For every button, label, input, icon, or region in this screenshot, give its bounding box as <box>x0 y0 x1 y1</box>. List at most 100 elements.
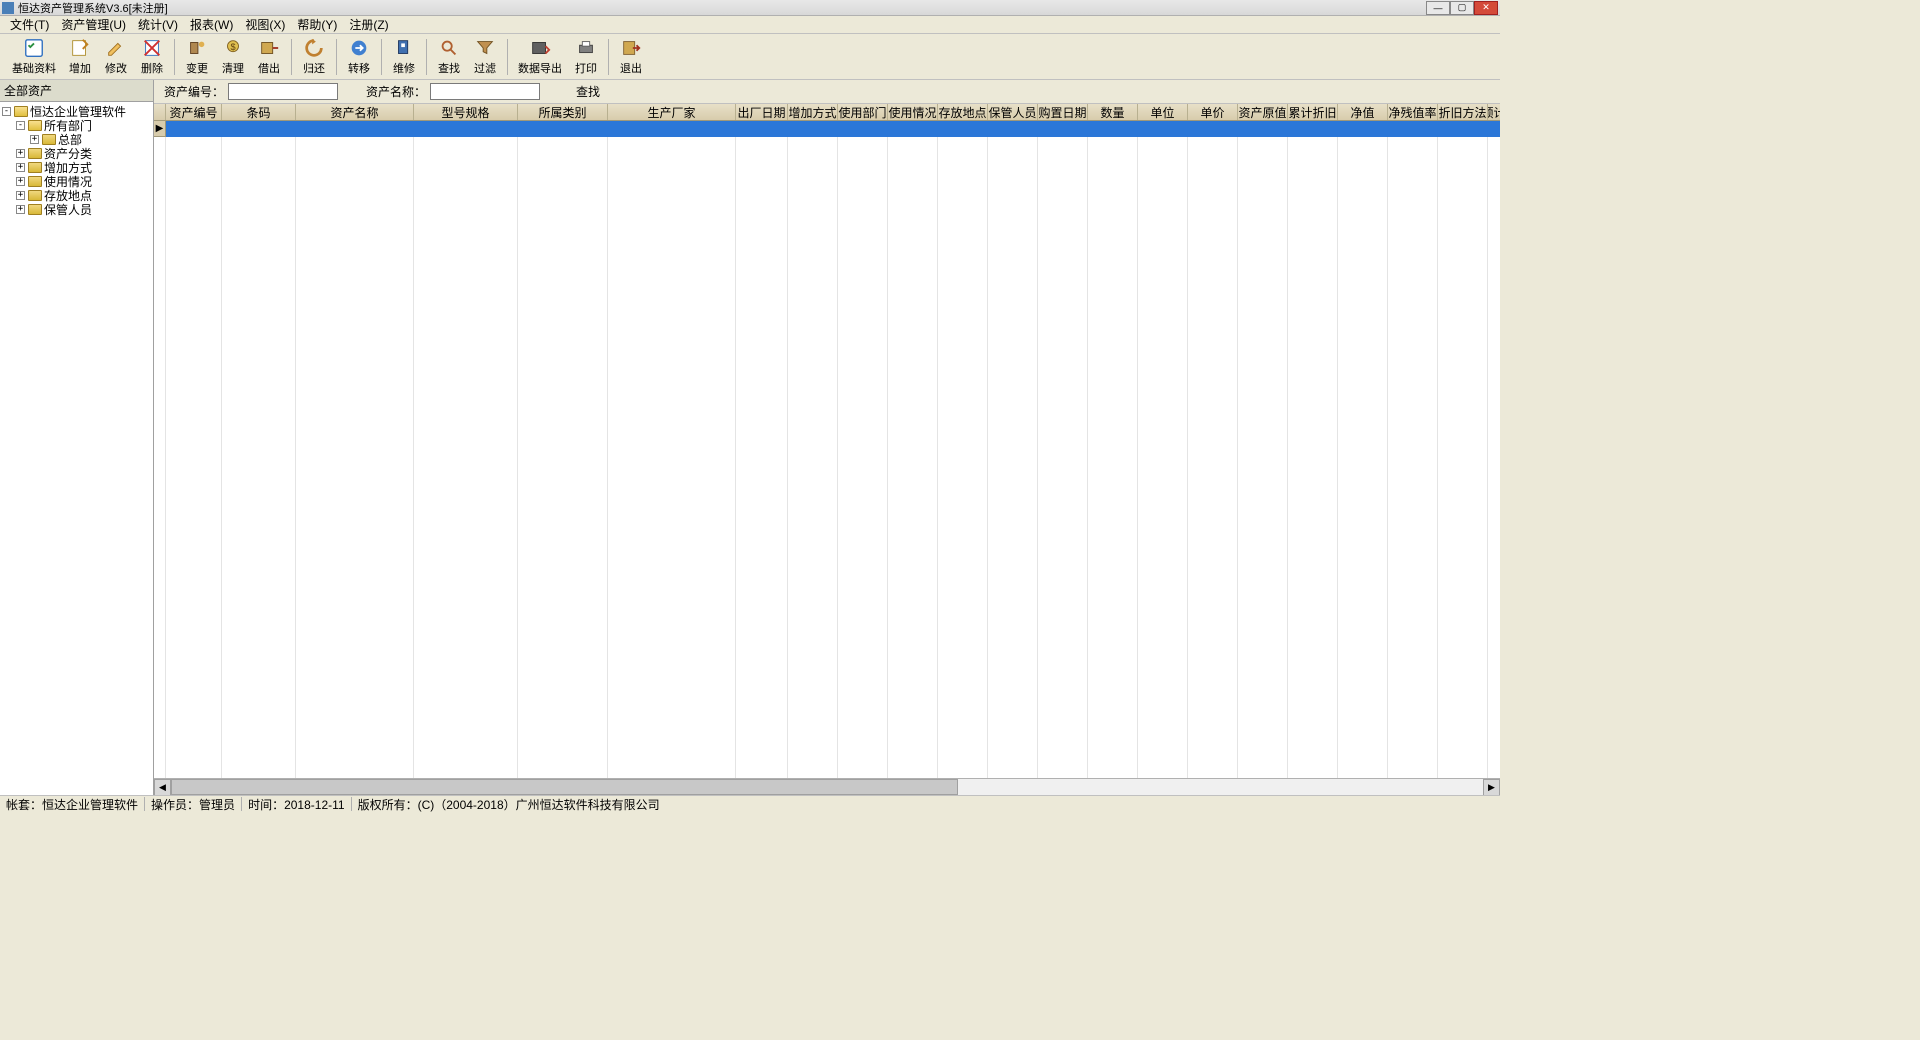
scroll-track[interactable] <box>171 779 1483 795</box>
column-header-1[interactable]: 资产编号 <box>166 104 222 120</box>
expand-icon[interactable]: + <box>16 177 25 186</box>
status-operator-label: 操作员： <box>151 798 199 812</box>
asset-code-input[interactable] <box>228 83 338 100</box>
column-header-6[interactable]: 生产厂家 <box>608 104 736 120</box>
column-header-13[interactable]: 购置日期 <box>1038 104 1088 120</box>
asset-name-input[interactable] <box>430 83 540 100</box>
expand-icon[interactable]: + <box>16 205 25 214</box>
toolbar-export-button[interactable]: 数据导出 <box>512 35 568 78</box>
toolbar-label: 退出 <box>620 60 642 76</box>
menu-item-1[interactable]: 资产管理(U) <box>55 16 132 33</box>
column-header-15[interactable]: 单位 <box>1138 104 1188 120</box>
add-icon <box>69 37 91 59</box>
data-grid[interactable]: 资产编号条码资产名称型号规格所属类别生产厂家出厂日期增加方式使用部门使用情况存放… <box>154 104 1500 795</box>
column-header-18[interactable]: 累计折旧 <box>1288 104 1338 120</box>
column-header-5[interactable]: 所属类别 <box>518 104 608 120</box>
toolbar-filter-button[interactable]: 过滤 <box>467 35 503 78</box>
toolbar-label: 借出 <box>258 60 280 76</box>
scroll-right-button[interactable]: ▶ <box>1483 779 1500 795</box>
horizontal-scrollbar[interactable]: ◀ ▶ <box>154 778 1500 795</box>
toolbar-repair-button[interactable]: 维修 <box>386 35 422 78</box>
grid-column-line <box>938 121 988 778</box>
menu-item-3[interactable]: 报表(W) <box>184 16 239 33</box>
expand-icon[interactable]: + <box>16 149 25 158</box>
menu-item-6[interactable]: 注册(Z) <box>343 16 394 33</box>
clean-icon: $ <box>222 37 244 59</box>
status-account-label: 帐套： <box>6 798 42 812</box>
column-header-8[interactable]: 增加方式 <box>788 104 838 120</box>
column-header-20[interactable]: 净残值率 <box>1388 104 1438 120</box>
minimize-button[interactable]: — <box>1426 1 1450 15</box>
menu-item-5[interactable]: 帮助(Y) <box>291 16 343 33</box>
collapse-icon[interactable]: - <box>16 121 25 130</box>
expand-icon[interactable]: + <box>16 191 25 200</box>
lend-icon <box>258 37 280 59</box>
grid-header: 资产编号条码资产名称型号规格所属类别生产厂家出厂日期增加方式使用部门使用情况存放… <box>154 104 1500 121</box>
column-header-10[interactable]: 使用情况 <box>888 104 938 120</box>
toolbar-delete-button[interactable]: 删除 <box>134 35 170 78</box>
menu-item-2[interactable]: 统计(V) <box>132 16 184 33</box>
edit-icon <box>105 37 127 59</box>
collapse-icon[interactable]: - <box>2 107 11 116</box>
window-controls: — ▢ ✕ <box>1426 1 1498 15</box>
column-header-22[interactable]: 预计使用年限 <box>1488 104 1500 120</box>
column-header-12[interactable]: 保管人员 <box>988 104 1038 120</box>
grid-column-line <box>414 121 518 778</box>
search-button[interactable]: 查找 <box>568 81 608 102</box>
close-button[interactable]: ✕ <box>1474 1 1498 15</box>
grid-body[interactable]: ▶ <box>154 121 1500 778</box>
tree-panel: 全部资产 -恒达企业管理软件-所有部门+总部+资产分类+增加方式+使用情况+存放… <box>0 80 154 795</box>
print-icon <box>575 37 597 59</box>
menu-item-0[interactable]: 文件(T) <box>4 16 55 33</box>
toolbar-transfer-button[interactable]: 转移 <box>341 35 377 78</box>
expand-icon[interactable]: + <box>30 135 39 144</box>
scroll-left-button[interactable]: ◀ <box>154 779 171 795</box>
menu-item-4[interactable]: 视图(X) <box>239 16 291 33</box>
column-header-16[interactable]: 单价 <box>1188 104 1238 120</box>
column-header-9[interactable]: 使用部门 <box>838 104 888 120</box>
grid-column-line <box>154 121 166 778</box>
checklist-icon <box>23 37 45 59</box>
svg-text:$: $ <box>230 42 235 52</box>
toolbar-change-button[interactable]: 变更 <box>179 35 215 78</box>
grid-column-line <box>608 121 736 778</box>
toolbar-clean-button[interactable]: $清理 <box>215 35 251 78</box>
grid-column-line <box>1438 121 1488 778</box>
tree-node-child-5[interactable]: +保管人员 <box>0 202 153 216</box>
folder-closed-icon <box>28 162 42 173</box>
grid-column-line <box>988 121 1038 778</box>
toolbar-exit-button[interactable]: 退出 <box>613 35 649 78</box>
toolbar-lend-button[interactable]: 借出 <box>251 35 287 78</box>
filter-icon <box>474 37 496 59</box>
scroll-thumb[interactable] <box>171 779 958 795</box>
column-header-2[interactable]: 条码 <box>222 104 296 120</box>
toolbar-search-button[interactable]: 查找 <box>431 35 467 78</box>
toolbar-label: 修改 <box>105 60 127 76</box>
grid-column-line <box>222 121 296 778</box>
column-header-14[interactable]: 数量 <box>1088 104 1138 120</box>
toolbar-print-button[interactable]: 打印 <box>568 35 604 78</box>
grid-selected-row[interactable] <box>166 121 1500 137</box>
column-header-19[interactable]: 净值 <box>1338 104 1388 120</box>
toolbar-add-button[interactable]: 增加 <box>62 35 98 78</box>
folder-open-icon <box>28 120 42 131</box>
column-header-11[interactable]: 存放地点 <box>938 104 988 120</box>
grid-column-line <box>1388 121 1438 778</box>
column-header-7[interactable]: 出厂日期 <box>736 104 788 120</box>
menubar: 文件(T)资产管理(U)统计(V)报表(W)视图(X)帮助(Y)注册(Z) <box>0 16 1500 34</box>
column-header-17[interactable]: 资产原值 <box>1238 104 1288 120</box>
column-header-21[interactable]: 折旧方法 <box>1438 104 1488 120</box>
maximize-button[interactable]: ▢ <box>1450 1 1474 15</box>
toolbar-return-button[interactable]: 归还 <box>296 35 332 78</box>
toolbar-edit-button[interactable]: 修改 <box>98 35 134 78</box>
status-time-value: 2018-12-11 <box>284 798 345 812</box>
column-header-0[interactable] <box>154 104 166 120</box>
column-header-4[interactable]: 型号规格 <box>414 104 518 120</box>
expand-icon[interactable]: + <box>16 163 25 172</box>
toolbar-label: 数据导出 <box>518 60 562 76</box>
grid-column-line <box>296 121 414 778</box>
status-time-label: 时间： <box>248 798 284 812</box>
export-icon <box>529 37 551 59</box>
toolbar-checklist-button[interactable]: 基础资料 <box>6 35 62 78</box>
column-header-3[interactable]: 资产名称 <box>296 104 414 120</box>
